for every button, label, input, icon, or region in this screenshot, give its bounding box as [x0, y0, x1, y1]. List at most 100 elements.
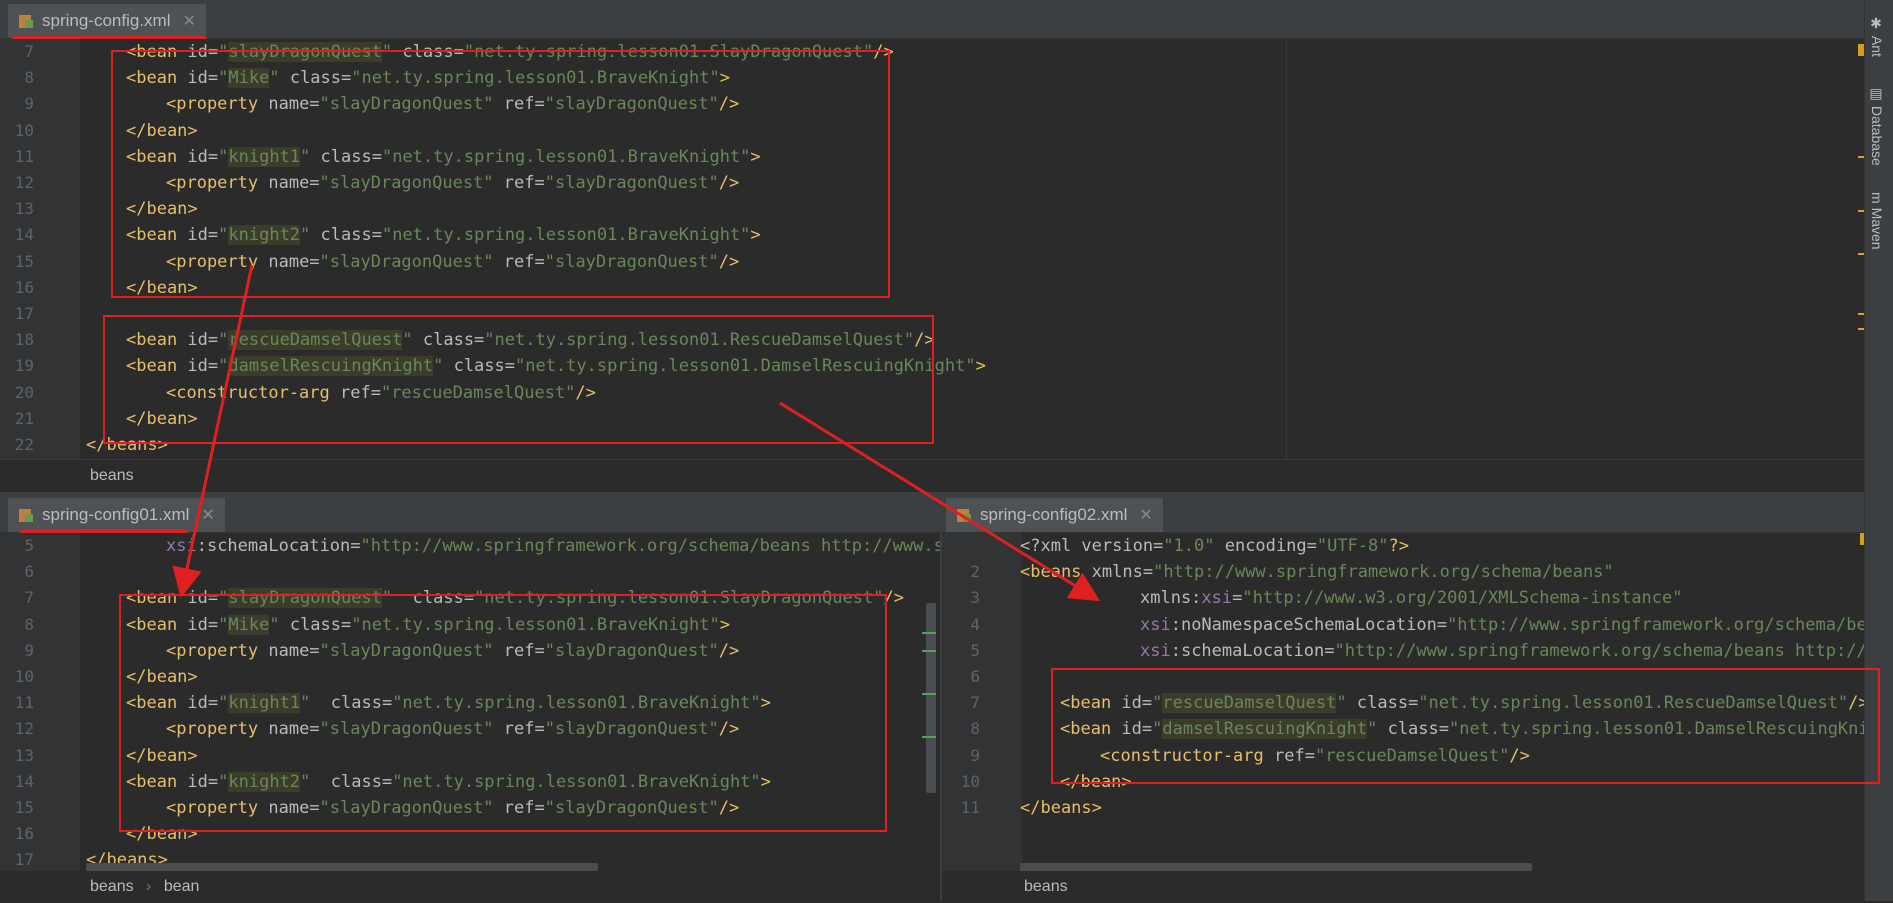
line-number: 14	[14, 771, 34, 791]
line-number: 10	[14, 667, 34, 686]
line-number: 2	[970, 562, 980, 582]
top-tabbar: spring-config.xml ✕	[0, 0, 1865, 39]
code-token: :noNamespaceSchemaLocation=	[1170, 614, 1448, 635]
code-token: :schemaLocation=	[196, 536, 361, 556]
code-token: xmlns=	[1091, 562, 1154, 583]
code-line[interactable]: 2 <beans xmlns="http://www.springframewor…	[942, 559, 1865, 585]
code-token: xsi	[1140, 640, 1171, 661]
line-number: 17	[14, 304, 34, 323]
breadcrumb-item[interactable]: beans	[90, 467, 134, 484]
line-number: 11	[14, 146, 34, 166]
bottom-right-tabbar: spring-config02.xml ✕	[942, 492, 1865, 533]
tab-label: spring-config02.xml	[980, 505, 1128, 524]
bottom-left-tabbar: spring-config01.xml ✕	[0, 492, 940, 533]
code-text: xsi:noNamespaceSchemaLocation="http://ww…	[1140, 612, 1865, 638]
line-number: 21	[14, 408, 34, 428]
tab-spring-config[interactable]: spring-config.xml ✕	[8, 4, 206, 38]
code-token: xsi	[1201, 588, 1233, 609]
code-token: "http://www.springframework.org/schema/b…	[1334, 640, 1865, 661]
line-number: 13	[14, 199, 34, 219]
code-line[interactable]: 5 xsi:schemaLocation="http://www.springfr…	[942, 638, 1865, 664]
code-token: "UTF-8"	[1316, 536, 1389, 556]
breadcrumb-item[interactable]: beans	[1024, 878, 1068, 895]
code-text: <?xml version="1.0" encoding="UTF-8"?>	[1020, 533, 1409, 559]
code-token: >	[975, 356, 986, 377]
line-number: 7	[24, 588, 34, 608]
tab-spring-config01[interactable]: spring-config01.xml ✕	[8, 498, 225, 532]
line-number: 19	[14, 356, 34, 376]
line-number: 10	[960, 771, 980, 791]
maven-tool-button[interactable]: m Maven	[1869, 192, 1885, 250]
line-number: 4	[970, 614, 980, 634]
code-text: xsi:schemaLocation="http://www.springfra…	[1140, 638, 1865, 664]
code-line[interactable]: 3 xmlns:xsi="http://www.w3.org/2001/XMLSc…	[942, 585, 1865, 611]
breadcrumb-item[interactable]: bean	[164, 878, 200, 895]
line-number: 6	[970, 667, 980, 686]
breadcrumb: beans › bean	[0, 871, 940, 903]
tab-label: spring-config01.xml	[42, 505, 190, 524]
code-token: <beans	[1020, 562, 1092, 583]
code-token: encoding=	[1224, 536, 1317, 556]
horizontal-scrollbar[interactable]	[1020, 863, 1532, 871]
code-token: :schemaLocation=	[1170, 640, 1335, 661]
code-text: xmlns:xsi="http://www.w3.org/2001/XMLSch…	[1140, 585, 1683, 611]
code-token: </beans>	[1020, 798, 1102, 818]
breadcrumb-item[interactable]: beans	[90, 878, 134, 895]
close-icon[interactable]: ✕	[183, 11, 196, 31]
line-number: 16	[14, 277, 34, 297]
ant-tool-button[interactable]: ✱ Ant	[1869, 16, 1885, 57]
maven-icon: m	[1869, 192, 1885, 208]
line-number: 16	[14, 824, 34, 844]
line-number: 12	[14, 719, 34, 739]
code-token: =	[1232, 588, 1243, 609]
horizontal-scrollbar[interactable]	[86, 863, 598, 871]
line-number: 5	[24, 536, 34, 555]
pane-divider[interactable]	[940, 492, 942, 901]
line-number: 9	[24, 640, 34, 660]
code-line[interactable]: 6	[0, 559, 940, 585]
database-icon: ▤	[1869, 86, 1885, 106]
code-line[interactable]: 5 xsi:schemaLocation="http://www.springfr…	[0, 533, 940, 559]
line-number: 17	[14, 850, 34, 870]
annotation-box	[1051, 668, 1880, 784]
line-number: 3	[970, 588, 980, 608]
code-line[interactable]: <?xml version="1.0" encoding="UTF-8"?>	[942, 533, 1865, 559]
annotation-box	[111, 50, 890, 298]
breadcrumb-separator-icon: ›	[146, 878, 152, 895]
xml-file-icon	[18, 507, 34, 523]
database-tool-button[interactable]: ▤ Database	[1869, 86, 1885, 166]
line-number: 11	[960, 798, 980, 817]
close-icon[interactable]: ✕	[1139, 505, 1152, 525]
line-number: 10	[14, 120, 34, 140]
line-number: 15	[14, 251, 34, 271]
xml-file-icon	[956, 507, 972, 523]
line-number: 6	[24, 562, 34, 582]
code-line[interactable]: 4 xsi:noNamespaceSchemaLocation="http://w…	[942, 612, 1865, 638]
change-marker	[922, 736, 936, 738]
line-number: 8	[970, 719, 980, 739]
close-icon[interactable]: ✕	[201, 505, 214, 525]
line-number: 18	[14, 330, 34, 350]
change-marker	[922, 650, 936, 652]
code-token: "http://www.springframework.org/schema/b…	[360, 536, 940, 556]
line-number: 12	[14, 173, 34, 192]
line-number: 7	[970, 693, 980, 713]
line-number: 11	[14, 693, 34, 713]
code-token: ?>	[1388, 536, 1409, 556]
code-token: "http://www.springframework.org/schema/b…	[1447, 614, 1865, 635]
code-text: xsi:schemaLocation="http://www.springfra…	[166, 533, 940, 559]
code-line[interactable]: 11 </beans>	[942, 795, 1865, 821]
code-text: <beans xmlns="http://www.springframework…	[1020, 559, 1614, 585]
line-number: 5	[970, 640, 980, 660]
line-number: 9	[970, 745, 980, 765]
line-number: 9	[24, 94, 34, 114]
breadcrumb: beans	[0, 459, 1865, 491]
annotation-box	[103, 315, 934, 444]
code-token: <?xml version=	[1020, 536, 1164, 556]
line-number: 15	[14, 798, 34, 817]
tab-spring-config02[interactable]: spring-config02.xml ✕	[946, 498, 1163, 532]
code-token: xmlns:	[1140, 588, 1202, 609]
line-number: 20	[14, 382, 34, 402]
code-token: "http://www.w3.org/2001/XMLSchema-instan…	[1242, 588, 1683, 609]
line-number: 14	[14, 225, 34, 245]
